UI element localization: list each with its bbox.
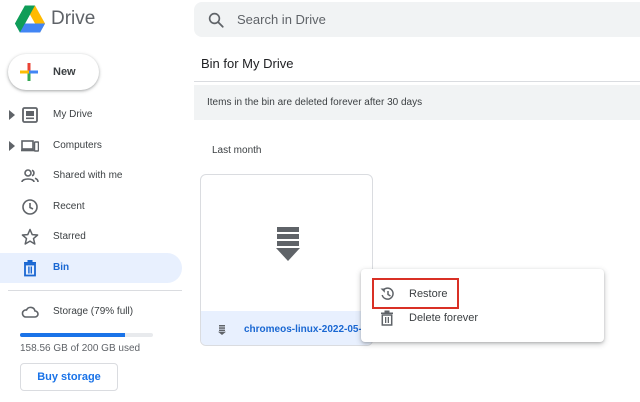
trash-icon <box>381 310 393 326</box>
bin-notice-text: Items in the bin are deleted forever aft… <box>207 97 423 108</box>
buy-storage-button[interactable]: Buy storage <box>20 363 118 391</box>
star-icon <box>21 228 39 245</box>
sidebar-item-label: Bin <box>53 262 70 273</box>
new-button-label: New <box>53 66 76 78</box>
search-bar[interactable]: Search in Drive <box>194 2 640 37</box>
storage-used-text: 158.56 GB of 200 GB used <box>20 343 141 354</box>
sidebar-item-shared-with-me[interactable]: Shared with me <box>0 161 182 191</box>
sidebar-item-computers[interactable]: Computers <box>0 131 182 161</box>
clock-icon <box>22 199 38 215</box>
my-drive-icon <box>22 107 38 123</box>
sidebar-item-bin[interactable]: Bin <box>0 253 182 283</box>
sidebar-divider <box>8 290 182 291</box>
storage-progress-fill <box>20 333 126 337</box>
new-button[interactable]: New <box>8 54 99 90</box>
expand-caret-icon[interactable] <box>9 110 15 120</box>
storage-progress-bar <box>20 333 153 337</box>
bin-notice-banner: Items in the bin are deleted forever aft… <box>194 85 640 120</box>
sidebar-item-label: Starred <box>53 231 86 242</box>
archive-file-small-icon <box>218 325 226 335</box>
sidebar-item-label: Computers <box>53 140 102 151</box>
menu-item-delete-forever[interactable]: Delete forever <box>361 306 604 330</box>
sidebar-item-starred[interactable]: Starred <box>0 222 182 252</box>
search-input[interactable]: Search in Drive <box>237 12 326 27</box>
file-name: chromeos-linux-2022-05-... <box>244 324 364 335</box>
cloud-icon <box>21 306 39 318</box>
buy-storage-label: Buy storage <box>37 371 101 383</box>
drive-logo-icon[interactable] <box>15 4 45 34</box>
shared-icon <box>21 169 39 183</box>
sidebar-item-my-drive[interactable]: My Drive <box>0 100 182 130</box>
sidebar-item-storage[interactable]: Storage (79% full) <box>0 300 182 324</box>
main-divider <box>194 81 640 82</box>
page-title: Bin for My Drive <box>201 56 294 71</box>
file-card[interactable]: chromeos-linux-2022-05-... <box>200 174 373 346</box>
archive-file-icon <box>276 227 300 261</box>
sidebar-item-recent[interactable]: Recent <box>0 192 182 222</box>
app-title: Drive <box>51 8 96 29</box>
restore-highlight-box <box>372 278 459 309</box>
computers-icon <box>21 140 39 152</box>
sidebar-item-label: Shared with me <box>53 170 123 181</box>
menu-item-label: Delete forever <box>409 312 479 324</box>
sidebar-item-label: Recent <box>53 201 85 212</box>
expand-caret-icon[interactable] <box>9 141 15 151</box>
plus-icon <box>20 63 38 81</box>
trash-icon <box>24 260 36 277</box>
file-card-footer[interactable]: chromeos-linux-2022-05-... <box>201 311 372 345</box>
storage-label: Storage (79% full) <box>53 306 134 317</box>
sidebar-item-label: My Drive <box>53 109 93 120</box>
search-icon[interactable] <box>207 11 225 29</box>
drive-bin-page: Drive Search in Drive New My Drive Compu… <box>0 0 640 402</box>
section-label: Last month <box>212 145 262 156</box>
